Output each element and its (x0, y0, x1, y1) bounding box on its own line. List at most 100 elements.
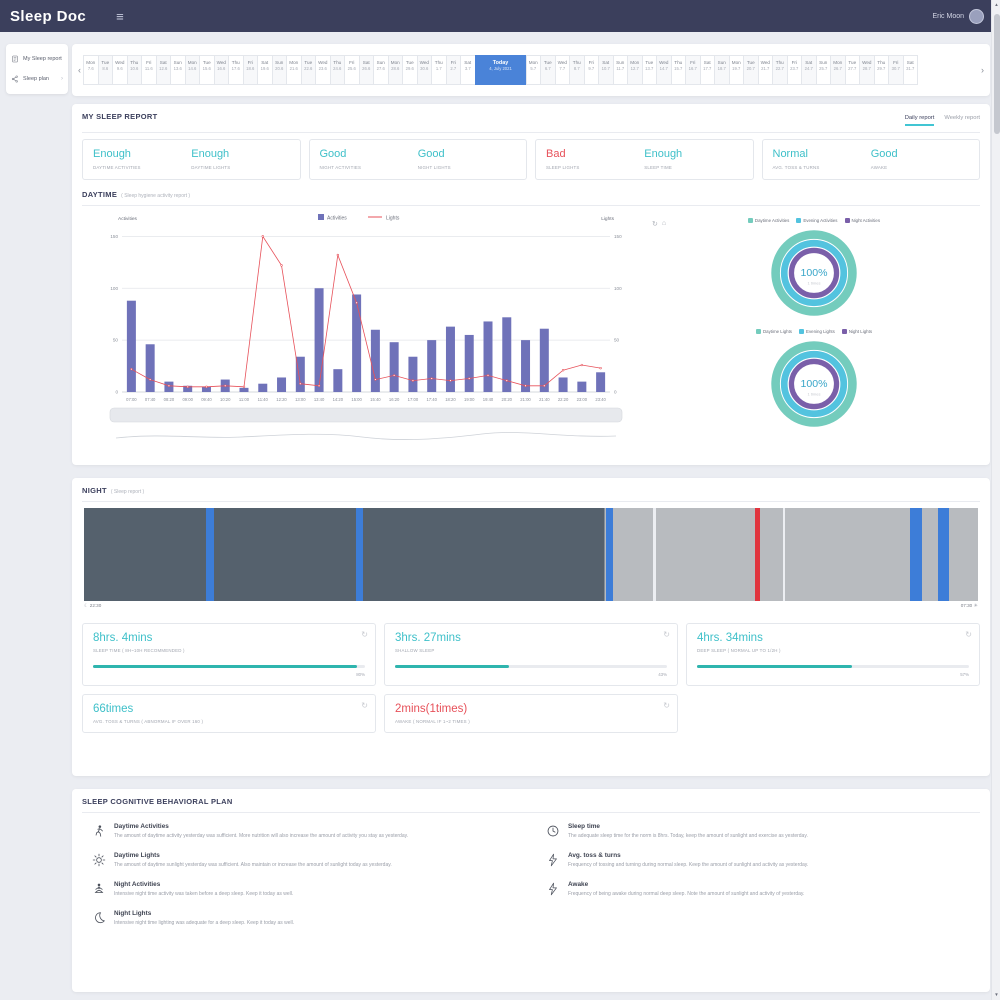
date-cell[interactable]: Tue6.7 (540, 55, 556, 85)
date-cell[interactable]: Fri2.7 (446, 55, 462, 85)
date-cell[interactable]: Sat19.6 (257, 55, 273, 85)
app-brand: Sleep Doc (10, 8, 86, 25)
date-cell[interactable]: Sun27.6 (373, 55, 389, 85)
plan-title: SLEEP COGNITIVE BEHAVIORAL PLAN (82, 797, 233, 806)
date-cell[interactable]: Fri23.7 (787, 55, 803, 85)
date-cell[interactable]: Fri30.7 (888, 55, 904, 85)
zap-icon (546, 882, 560, 896)
date-cell[interactable]: Thu10.6 (127, 55, 143, 85)
date-cell[interactable]: Tue29.6 (402, 55, 418, 85)
sync-icon[interactable]: ↻ (361, 630, 368, 639)
svg-text:13:00: 13:00 (295, 397, 306, 402)
date-cell[interactable]: Wed23.6 (315, 55, 331, 85)
legend-swatch (748, 218, 753, 223)
sync-icon[interactable]: ↻ (663, 701, 670, 710)
date-cell[interactable]: Fri18.6 (243, 55, 259, 85)
date-cell-today[interactable]: Today4, July 2021 (475, 55, 527, 85)
date-cell[interactable]: Sun20.6 (272, 55, 288, 85)
date-cell[interactable]: Sun13.6 (170, 55, 186, 85)
svg-text:100: 100 (614, 286, 622, 291)
date-cell[interactable]: Sat31.7 (903, 55, 919, 85)
date-cell[interactable]: Thu22.7 (772, 55, 788, 85)
date-cell[interactable]: Thu29.7 (874, 55, 890, 85)
date-cell[interactable]: Tue15.6 (199, 55, 215, 85)
summary-pair: GoodNIGHT ACTIVITIES (320, 148, 418, 170)
summary-pair: BadSLEEP LIGHTS (546, 148, 644, 170)
date-cell[interactable]: Tue8.6 (98, 55, 114, 85)
date-cell[interactable]: Sat26.6 (359, 55, 375, 85)
sync-icon[interactable]: ↻ (663, 630, 670, 639)
date-cell[interactable]: Sat12.6 (156, 55, 172, 85)
user-menu[interactable]: Eric Moon (932, 9, 984, 24)
date-cell[interactable]: Mon14.6 (185, 55, 201, 85)
summary-pair: EnoughDAYTIME LIGHTS (191, 148, 289, 170)
date-cell[interactable]: Mon28.6 (388, 55, 404, 85)
date-cell[interactable]: Sat10.7 (598, 55, 614, 85)
date-cell[interactable]: Mon21.6 (286, 55, 302, 85)
progress-percent: 43% (395, 672, 667, 677)
date-cell[interactable]: Sat3.7 (460, 55, 476, 85)
sidebar-item-sleep-plan[interactable]: Sleep plan › (6, 69, 68, 89)
scrollbar-thumb[interactable] (994, 14, 1000, 134)
date-cell[interactable]: Fri25.6 (344, 55, 360, 85)
scroll-down-icon[interactable]: ▼ (992, 990, 1000, 1000)
sidebar-item-my-sleep-report[interactable]: My Sleep report (6, 49, 68, 69)
sync-icon[interactable]: ↻ (361, 701, 368, 710)
plan-item-title: Night Activities (114, 881, 293, 888)
plan-item: Avg. toss & turnsFrequency of tossing an… (546, 852, 970, 869)
svg-text:50: 50 (113, 338, 119, 343)
svg-text:Lights: Lights (386, 215, 400, 221)
tab-weekly-report[interactable]: Weekly report (944, 115, 980, 126)
legend-swatch (796, 218, 801, 223)
date-prev-button[interactable]: ‹ (76, 65, 83, 75)
date-cell[interactable]: Wed30.6 (417, 55, 433, 85)
date-cell[interactable]: Wed14.7 (656, 55, 672, 85)
sync-icon[interactable]: ↻ (965, 630, 972, 639)
date-cell[interactable]: Sat17.7 (700, 55, 716, 85)
date-cell[interactable]: Sun11.7 (613, 55, 629, 85)
date-cell[interactable]: Mon7.6 (83, 55, 99, 85)
date-cell[interactable]: Thu8.7 (569, 55, 585, 85)
date-cell[interactable]: Wed28.7 (859, 55, 875, 85)
tab-daily-report[interactable]: Daily report (905, 115, 935, 126)
date-cell[interactable]: Tue27.7 (845, 55, 861, 85)
date-cell[interactable]: Wed16.6 (214, 55, 230, 85)
svg-text:15:00: 15:00 (351, 397, 362, 402)
date-cell[interactable]: Wed21.7 (758, 55, 774, 85)
svg-text:11:00: 11:00 (239, 397, 250, 402)
svg-text:150: 150 (614, 234, 622, 239)
date-cell[interactable]: Fri16.7 (685, 55, 701, 85)
date-cell[interactable]: Mon5.7 (526, 55, 542, 85)
date-cell[interactable]: Wed9.6 (112, 55, 128, 85)
date-cell[interactable]: Fri11.6 (141, 55, 157, 85)
date-cell[interactable]: Sat24.7 (801, 55, 817, 85)
date-cell[interactable]: Fri9.7 (584, 55, 600, 85)
date-cell[interactable]: Thu17.6 (228, 55, 244, 85)
svg-text:Activities: Activities (327, 215, 347, 221)
date-cell[interactable]: Tue13.7 (642, 55, 658, 85)
svg-text:11:40: 11:40 (258, 397, 269, 402)
date-cell[interactable]: Mon12.7 (627, 55, 643, 85)
date-next-button[interactable]: › (979, 65, 986, 75)
date-cell[interactable]: Thu15.7 (671, 55, 687, 85)
refresh-icon[interactable]: ↻ (652, 220, 658, 228)
progress-percent: 57% (697, 672, 969, 677)
date-cell[interactable]: Mon19.7 (729, 55, 745, 85)
date-cell[interactable]: Mon26.7 (830, 55, 846, 85)
hamburger-menu-icon[interactable]: ≡ (116, 9, 124, 24)
date-cell[interactable]: Thu24.6 (330, 55, 346, 85)
home-icon[interactable]: ⌂ (662, 220, 666, 228)
svg-text:12:20: 12:20 (276, 397, 287, 402)
date-cell[interactable]: Thu1.7 (431, 55, 447, 85)
legend-label: Daytime Activities (755, 218, 789, 223)
date-cell[interactable]: Sun25.7 (816, 55, 832, 85)
scroll-up-icon[interactable]: ▲ (992, 0, 1000, 10)
date-cell[interactable]: Tue20.7 (743, 55, 759, 85)
date-cell[interactable]: Wed7.7 (555, 55, 571, 85)
avatar (969, 9, 984, 24)
page-scrollbar[interactable]: ▲ ▼ (991, 0, 1000, 1000)
summary-label: SLEEP LIGHTS (546, 165, 644, 170)
date-cell[interactable]: Tue22.6 (301, 55, 317, 85)
date-cell[interactable]: Sun18.7 (714, 55, 730, 85)
summary-label: DAYTIME ACTIVITIES (93, 165, 191, 170)
